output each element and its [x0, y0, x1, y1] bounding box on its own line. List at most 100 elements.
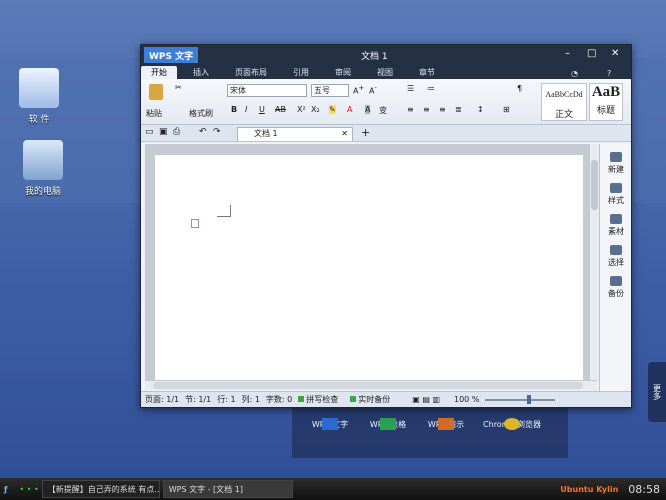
- tab-insert[interactable]: 插入: [183, 66, 219, 79]
- italic-icon[interactable]: I: [245, 105, 247, 114]
- desktop-icon-software[interactable]: 软 件: [4, 68, 74, 125]
- wps-writer-window: WPS 文字 文档 1 – □ ✕ 开始 插入 页面布局 引用 审阅 视图 章节…: [140, 44, 632, 408]
- taskpane-label: 新建: [608, 165, 624, 174]
- taskpane-label: 样式: [608, 196, 624, 205]
- zoom-slider[interactable]: [485, 394, 556, 404]
- document-page[interactable]: [155, 155, 583, 380]
- dock-item-wps-presentation[interactable]: WPS 演示: [416, 418, 476, 430]
- open-icon[interactable]: ▭: [145, 127, 154, 137]
- desktop-icon-label: 我的电脑: [24, 187, 61, 197]
- superscript-icon[interactable]: X²: [297, 105, 306, 114]
- side-panel-tab[interactable]: 更多: [648, 362, 666, 422]
- horizontal-scrollbar[interactable]: [145, 380, 597, 390]
- task-pane: 新建 样式 素材 选择 备份: [599, 144, 631, 391]
- taskpane-materials[interactable]: 素材: [600, 214, 632, 237]
- numbered-list-icon[interactable]: ≔: [427, 84, 435, 93]
- font-size-select[interactable]: 五号: [311, 84, 349, 97]
- subscript-icon[interactable]: X₂: [311, 105, 320, 114]
- align-left-icon[interactable]: ≡: [407, 105, 414, 114]
- highlight-icon[interactable]: ✎: [329, 105, 336, 114]
- skin-icon[interactable]: ◔: [571, 69, 578, 78]
- print-icon[interactable]: ⎙: [173, 127, 180, 137]
- style-heading1[interactable]: AaB 标题: [589, 83, 623, 121]
- format-painter-button[interactable]: 格式刷: [189, 108, 213, 119]
- status-word-count[interactable]: 字数: 0: [266, 394, 292, 405]
- view-mode-icons[interactable]: ▣ ▤ ▥: [412, 395, 440, 404]
- task-browser[interactable]: 【新提醒】自己弄的系统 有点...: [41, 480, 160, 498]
- spell-check-toggle[interactable]: 拼写检查: [298, 394, 344, 405]
- zoom-thumb[interactable]: [527, 394, 532, 404]
- close-icon[interactable]: ✕: [611, 48, 619, 59]
- grow-font-icon[interactable]: A+: [353, 84, 364, 96]
- start-menu-icon[interactable]: ƒ: [4, 485, 7, 494]
- ribbon-home: 粘贴 ✂ 格式刷 宋体 五号 A+ A- B I U AB X² X₂ ✎ A …: [141, 79, 631, 125]
- minimize-icon[interactable]: –: [565, 48, 570, 59]
- align-right-icon[interactable]: ≡: [439, 105, 446, 114]
- bullet-list-icon[interactable]: ☰: [407, 84, 414, 93]
- font-color-icon[interactable]: A: [347, 105, 352, 114]
- bold-icon[interactable]: B: [231, 105, 237, 114]
- taskpane-select[interactable]: 选择: [600, 245, 632, 268]
- style-normal[interactable]: AaBbCcDd 正文: [541, 83, 587, 121]
- taskpane-new[interactable]: 新建: [600, 152, 632, 175]
- shrink-font-icon[interactable]: A-: [369, 84, 377, 96]
- task-label: WPS 文字 - [文档 1]: [168, 484, 243, 494]
- tab-references[interactable]: 引用: [283, 66, 319, 79]
- char-shading-icon[interactable]: A: [365, 105, 371, 114]
- computer-icon: [23, 140, 63, 180]
- new-tab-icon[interactable]: +: [361, 126, 370, 139]
- status-row: 行: 1: [217, 395, 236, 404]
- paste-button[interactable]: 粘贴: [146, 108, 162, 119]
- document-tab-label: 文档 1: [254, 129, 278, 138]
- scroll-thumb[interactable]: [153, 382, 583, 389]
- vertical-scrollbar[interactable]: [589, 144, 599, 380]
- desktop-icon-label: 软 件: [28, 115, 50, 125]
- taskpane-backup[interactable]: 备份: [600, 276, 632, 299]
- status-section: 节: 1/1: [185, 395, 212, 404]
- taskpane-styles[interactable]: 样式: [600, 183, 632, 206]
- strikethrough-icon[interactable]: AB: [275, 105, 286, 114]
- align-center-icon[interactable]: ≡: [423, 105, 430, 114]
- taskpane-label: 素材: [608, 227, 624, 236]
- save-icon[interactable]: ▣: [159, 127, 168, 137]
- window-title: 文档 1: [361, 52, 388, 62]
- quick-access-bar: ▭ ▣ ⎙ ↶ ↷ 文档 1 ✕ +: [141, 125, 631, 142]
- taskpane-label: 备份: [608, 289, 624, 298]
- dock-item-chrome[interactable]: Chrome 浏览器: [482, 418, 542, 430]
- scroll-thumb[interactable]: [591, 160, 598, 210]
- tab-view[interactable]: 视图: [367, 66, 403, 79]
- help-icon[interactable]: ?: [607, 69, 611, 78]
- borders-icon[interactable]: ⊞: [503, 105, 510, 114]
- auto-backup-toggle[interactable]: 实时备份: [350, 394, 396, 405]
- paste-icon[interactable]: [149, 84, 163, 100]
- maximize-icon[interactable]: □: [587, 48, 596, 59]
- style-heading1-label: 标题: [596, 106, 615, 116]
- status-page: 页面: 1/1: [145, 395, 180, 404]
- cut-icon[interactable]: ✂: [175, 83, 182, 92]
- tab-review[interactable]: 审阅: [325, 66, 361, 79]
- paragraph-mark-icon[interactable]: ¶: [517, 84, 522, 93]
- auto-backup-label: 实时备份: [358, 395, 391, 404]
- line-spacing-icon[interactable]: ↕: [477, 105, 484, 114]
- check-icon: [350, 396, 357, 402]
- tab-chapter[interactable]: 章节: [409, 66, 445, 79]
- document-tab[interactable]: 文档 1 ✕: [237, 127, 353, 141]
- dock-item-wps-writer[interactable]: WPS 文字: [300, 418, 360, 430]
- tab-home[interactable]: 开始: [141, 66, 177, 79]
- tab-page-layout[interactable]: 页面布局: [225, 66, 277, 79]
- title-bar[interactable]: WPS 文字 文档 1 – □ ✕: [141, 45, 631, 65]
- font-family-select[interactable]: 宋体: [227, 84, 307, 97]
- underline-icon[interactable]: U: [259, 105, 265, 114]
- task-label: 【新提醒】自己弄的系统 有点...: [47, 484, 160, 494]
- app-menu-button[interactable]: WPS 文字: [144, 47, 199, 63]
- desktop-icon-my-computer[interactable]: 我的电脑: [8, 140, 78, 197]
- task-wps-writer[interactable]: WPS 文字 - [文档 1]: [162, 480, 293, 498]
- redo-icon[interactable]: ↷: [213, 127, 221, 137]
- phonetic-icon[interactable]: 变: [379, 105, 387, 116]
- undo-icon[interactable]: ↶: [199, 127, 207, 137]
- materials-icon: [610, 214, 622, 224]
- justify-icon[interactable]: ≣: [455, 105, 462, 114]
- close-tab-icon[interactable]: ✕: [341, 128, 348, 140]
- dock-item-wps-sheet[interactable]: WPS 表格: [358, 418, 418, 430]
- select-icon: [610, 245, 622, 255]
